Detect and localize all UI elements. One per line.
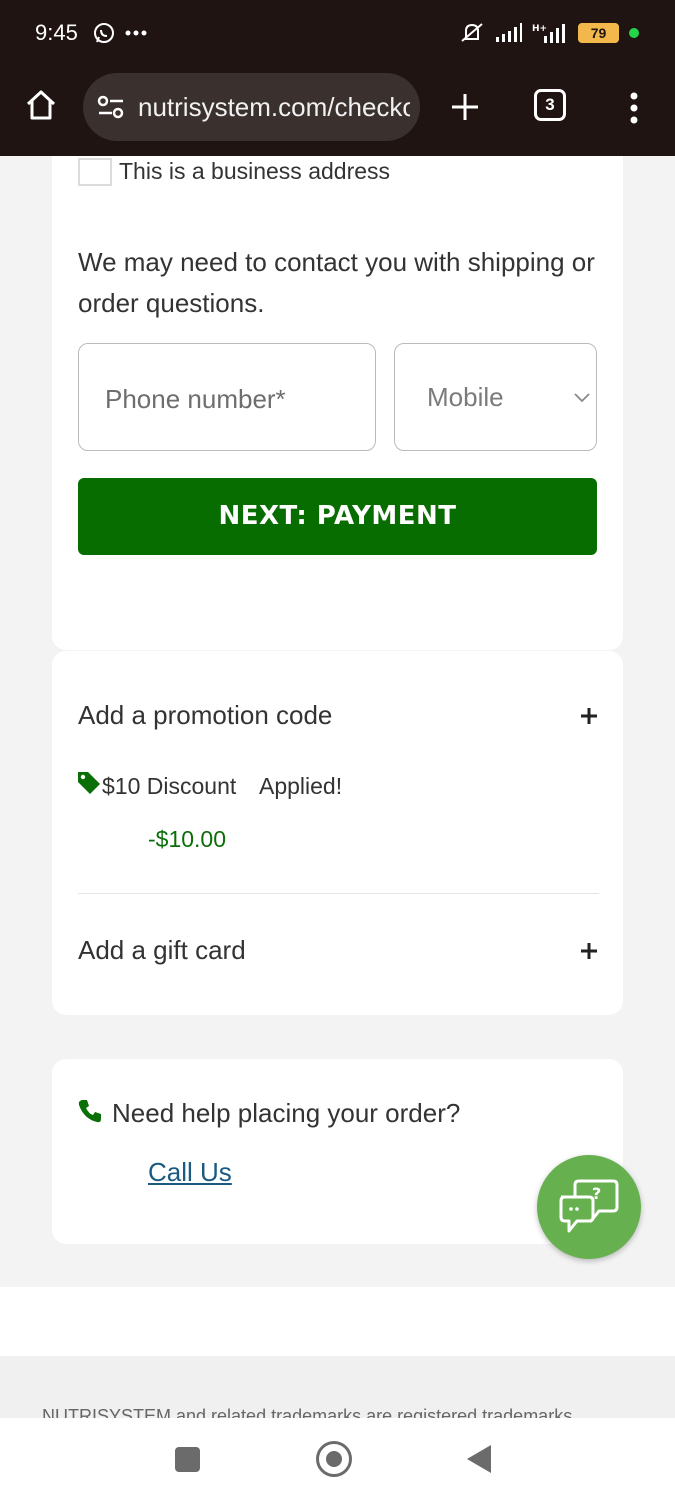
chat-help-button[interactable]: ? bbox=[537, 1155, 641, 1259]
hplus-signal-icon: H+ bbox=[532, 24, 565, 43]
active-dot-icon bbox=[629, 28, 639, 38]
help-text: Need help placing your order? bbox=[112, 1098, 461, 1128]
back-icon[interactable] bbox=[467, 1445, 491, 1473]
divider bbox=[78, 893, 599, 894]
footer-trademark-text: NUTRISYSTEM and related trademarks are r… bbox=[42, 1406, 573, 1418]
home-nav-icon[interactable] bbox=[316, 1441, 352, 1477]
phone-number-placeholder: Phone number* bbox=[105, 384, 286, 414]
new-tab-icon[interactable] bbox=[448, 90, 482, 124]
chat-question-icon: ? bbox=[559, 1179, 619, 1233]
phone-number-field[interactable]: Phone number* bbox=[78, 343, 376, 451]
footer: NUTRISYSTEM and related trademarks are r… bbox=[0, 1356, 675, 1418]
discount-amount: -$10.00 bbox=[148, 826, 227, 852]
browser-toolbar: nutrisystem.com/checkout 3 bbox=[0, 68, 675, 156]
phone-type-select[interactable]: Mobile bbox=[394, 343, 597, 451]
status-bar: 9:45 H+ 79 bbox=[0, 0, 675, 68]
status-system-icons: H+ 79 bbox=[458, 21, 639, 45]
recents-icon[interactable] bbox=[175, 1447, 200, 1472]
signal-icon bbox=[496, 23, 522, 42]
overflow-menu-icon[interactable] bbox=[626, 92, 642, 124]
price-tag-icon bbox=[78, 772, 100, 794]
mute-icon bbox=[461, 23, 483, 42]
next-payment-button[interactable]: NEXT: PAYMENT bbox=[78, 478, 597, 555]
discount-name: $10 Discount bbox=[102, 773, 237, 799]
call-us-link[interactable]: Call Us bbox=[148, 1157, 232, 1188]
svg-text:?: ? bbox=[592, 1184, 601, 1203]
address-bar[interactable]: nutrisystem.com/checkout bbox=[83, 73, 420, 141]
system-navigation-bar bbox=[0, 1418, 675, 1500]
business-address-checkbox[interactable] bbox=[78, 158, 112, 186]
page-spacer bbox=[0, 1287, 675, 1356]
business-address-label[interactable]: This is a business address bbox=[119, 158, 390, 185]
contact-info-text: We may need to contact you with shipping… bbox=[78, 247, 595, 318]
phone-type-value: Mobile bbox=[427, 382, 504, 412]
expand-promo-plus-icon[interactable] bbox=[580, 707, 598, 725]
svg-text:H+: H+ bbox=[532, 24, 547, 34]
shipping-contact-card: This is a business address We may need t… bbox=[52, 156, 623, 650]
chevron-down-icon bbox=[574, 393, 590, 403]
url-text[interactable]: nutrisystem.com/checkout bbox=[138, 92, 410, 123]
gift-card-toggle[interactable]: Add a gift card bbox=[78, 935, 246, 966]
promotions-card: Add a promotion code $10 Discount Applie… bbox=[52, 651, 623, 1015]
phone-icon bbox=[78, 1100, 101, 1123]
whatsapp-icon bbox=[94, 23, 114, 43]
home-icon[interactable] bbox=[24, 88, 58, 122]
site-settings-icon[interactable] bbox=[97, 95, 125, 119]
status-time: 9:45 bbox=[35, 20, 78, 45]
promotion-code-toggle[interactable]: Add a promotion code bbox=[78, 700, 332, 731]
battery-icon: 79 bbox=[578, 23, 619, 43]
more-dots-icon bbox=[125, 30, 147, 36]
tab-switcher-button[interactable]: 3 bbox=[534, 89, 566, 121]
expand-gift-plus-icon[interactable] bbox=[580, 942, 598, 960]
status-notification-icons bbox=[92, 21, 147, 45]
discount-status: Applied! bbox=[259, 773, 343, 799]
